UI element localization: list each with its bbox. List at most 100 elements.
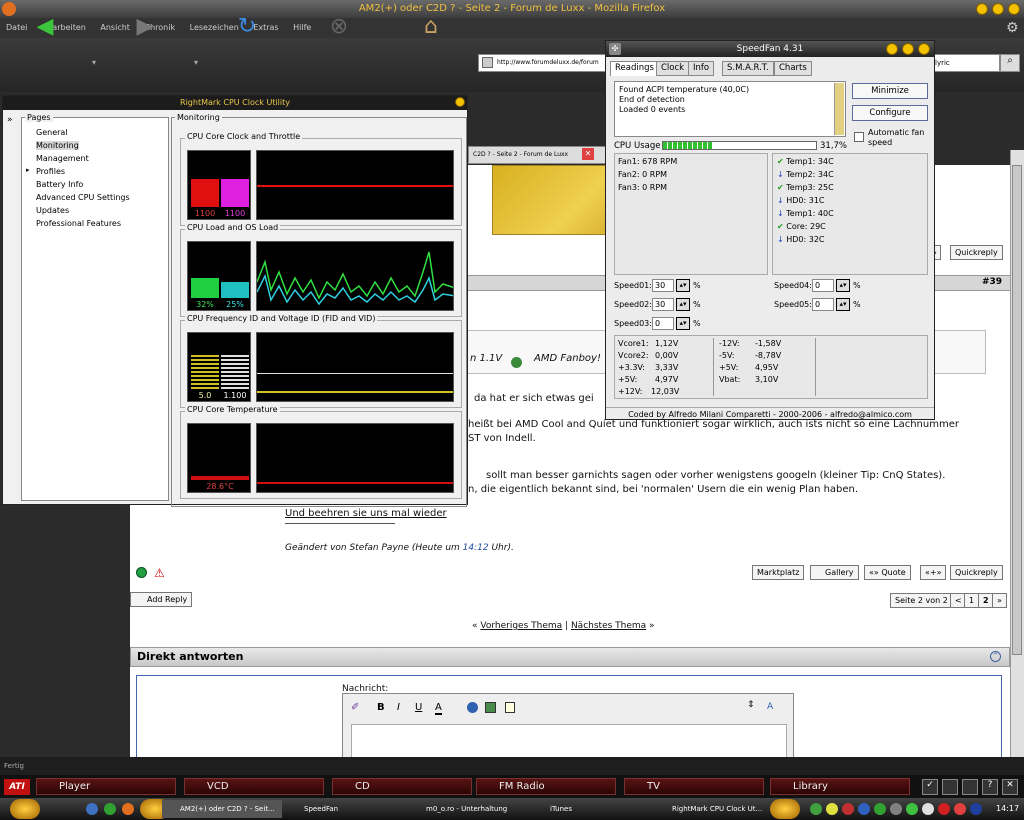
nav-updates[interactable]: Updates	[36, 206, 69, 215]
configure-button[interactable]: Configure	[852, 105, 928, 121]
quicklaunch-desktop-icon[interactable]	[86, 803, 98, 815]
link-icon[interactable]	[467, 702, 478, 713]
log-scrollbar[interactable]	[834, 83, 844, 135]
media-check-icon[interactable]: ✓	[922, 779, 938, 795]
stop-icon[interactable]: ⊗	[324, 12, 354, 42]
bold-button[interactable]: B	[377, 702, 385, 713]
prev-thread-link[interactable]: Vorheriges Thema	[480, 621, 562, 631]
menu-hilfe[interactable]: Hilfe	[293, 23, 311, 32]
nav-profiles[interactable]: Profiles	[36, 167, 65, 176]
text-color-button[interactable]: A	[435, 702, 442, 715]
minimize-button[interactable]: Minimize	[852, 83, 928, 99]
media-close-icon[interactable]: ✕	[1002, 779, 1018, 795]
media-home-icon[interactable]	[962, 779, 978, 795]
image-icon[interactable]	[485, 702, 496, 713]
page-1-button[interactable]: 1	[964, 593, 980, 608]
fm-radio-button[interactable]: FM Radio	[476, 778, 616, 795]
forward-dropdown-icon[interactable]: ▾	[194, 58, 198, 67]
player-button[interactable]: Player	[36, 778, 176, 795]
tab-smart[interactable]: S.M.A.R.T.	[722, 61, 774, 76]
home-icon[interactable]: ⌂	[416, 12, 446, 42]
start-button[interactable]	[10, 799, 40, 819]
speed05-spinner[interactable]: ▴▾	[836, 298, 850, 311]
back-dropdown-icon[interactable]: ▾	[92, 58, 96, 67]
quicklaunch-messenger-icon[interactable]	[104, 803, 116, 815]
tray-icon-11[interactable]	[970, 803, 982, 815]
taskbar-messenger[interactable]: m0_o.ro - Unterhaltung	[408, 800, 526, 818]
close-tab-icon[interactable]: ✕	[582, 148, 594, 160]
reload-icon[interactable]: ↻	[232, 12, 262, 42]
speedfan-close-icon[interactable]	[918, 43, 930, 55]
vcd-button[interactable]: VCD	[184, 778, 324, 795]
speed01-input[interactable]: 30	[652, 279, 674, 292]
add-reply-button[interactable]: Add Reply	[130, 592, 193, 607]
event-log[interactable]: Found ACPI temperature (40,0C) End of de…	[614, 81, 846, 137]
page-scrollbar-thumb[interactable]	[1012, 165, 1022, 655]
media-help-icon[interactable]: ?	[982, 779, 998, 795]
taskbar-firefox[interactable]: AM2(+) oder C2D ? - Seit...	[162, 800, 282, 818]
speed04-spinner[interactable]: ▴▾	[836, 279, 850, 292]
media-screen-icon[interactable]	[942, 779, 958, 795]
tab-info[interactable]: Info	[688, 61, 715, 76]
clear-format-icon[interactable]: ✐	[351, 702, 359, 713]
post-number[interactable]: #39	[982, 277, 1002, 287]
minimize-icon[interactable]	[976, 3, 988, 15]
tray-icon-3[interactable]	[842, 803, 854, 815]
speed02-input[interactable]: 30	[652, 298, 674, 311]
multiquote-button-bottom[interactable]: «+»	[920, 565, 946, 580]
tray-icon-4[interactable]	[858, 803, 870, 815]
quicklaunch-firefox-icon[interactable]	[122, 803, 134, 815]
tab-clock[interactable]: Clock	[656, 61, 690, 76]
quote-icon[interactable]	[505, 702, 515, 713]
switch-mode-icon[interactable]: A	[767, 702, 773, 712]
library-button[interactable]: Library	[770, 778, 910, 795]
speed02-spinner[interactable]: ▴▾	[676, 298, 690, 311]
speedfan-maximize-icon[interactable]	[902, 43, 914, 55]
tray-icon-10[interactable]	[954, 803, 966, 815]
speed04-input[interactable]: 0	[812, 279, 834, 292]
page-next-button[interactable]: »	[992, 593, 1007, 608]
gear-icon[interactable]: ⚙	[1006, 20, 1019, 36]
message-textarea[interactable]	[351, 724, 787, 757]
tv-button[interactable]: TV	[624, 778, 764, 795]
collapse-icon[interactable]: ^	[990, 651, 1001, 662]
gallery-button[interactable]: Gallery	[810, 565, 859, 580]
forward-button[interactable]: ▶	[130, 12, 160, 42]
tab-charts[interactable]: Charts	[774, 61, 812, 76]
speedfan-minimize-icon[interactable]	[886, 43, 898, 55]
taskbar-speedfan[interactable]: SpeedFan	[286, 800, 402, 818]
speed03-input[interactable]: 0	[652, 317, 674, 330]
quickreply-button-top[interactable]: Quickreply	[950, 245, 1003, 260]
search-icon[interactable]: ⌕	[1000, 54, 1020, 72]
menu-ansicht[interactable]: Ansicht	[100, 23, 130, 32]
nav-professional-features[interactable]: Professional Features	[36, 219, 121, 228]
tray-icon-1[interactable]	[810, 803, 822, 815]
menu-datei[interactable]: Datei	[6, 23, 27, 32]
nav-management[interactable]: Management	[36, 154, 89, 163]
taskbar-rightmark[interactable]: RightMark CPU Clock Ut...	[654, 800, 766, 818]
tray-icon-6[interactable]	[890, 803, 902, 815]
next-thread-link[interactable]: Nächstes Thema	[571, 621, 646, 631]
tab-readings[interactable]: Readings	[610, 61, 659, 76]
resize-icon[interactable]: ⇕	[747, 700, 755, 710]
underline-button[interactable]: U	[415, 702, 422, 713]
nav-general[interactable]: General	[36, 128, 68, 137]
quote-button[interactable]: «» Quote	[864, 565, 911, 580]
speed01-spinner[interactable]: ▴▾	[676, 279, 690, 292]
nav-advanced-cpu-settings[interactable]: Advanced CPU Settings	[36, 193, 130, 202]
expand-profiles-icon[interactable]: ▸	[26, 166, 30, 174]
tray-icon-7[interactable]	[906, 803, 918, 815]
italic-button[interactable]: I	[397, 702, 400, 713]
quickreply-button[interactable]: Quickreply	[950, 565, 1003, 580]
close-icon[interactable]	[1008, 3, 1020, 15]
maximize-icon[interactable]	[992, 3, 1004, 15]
report-post-icon[interactable]: ⚠	[154, 566, 165, 580]
tray-icon-5[interactable]	[874, 803, 886, 815]
nav-battery-info[interactable]: Battery Info	[36, 180, 83, 189]
speed03-spinner[interactable]: ▴▾	[676, 317, 690, 330]
tray-icon-8[interactable]	[922, 803, 934, 815]
tray-icon-9[interactable]	[938, 803, 950, 815]
url-input[interactable]: http://www.forumdeluxx.de/forum	[478, 54, 608, 72]
taskbar-itunes[interactable]: iTunes	[532, 800, 646, 818]
nav-monitoring[interactable]: Monitoring	[36, 141, 79, 150]
